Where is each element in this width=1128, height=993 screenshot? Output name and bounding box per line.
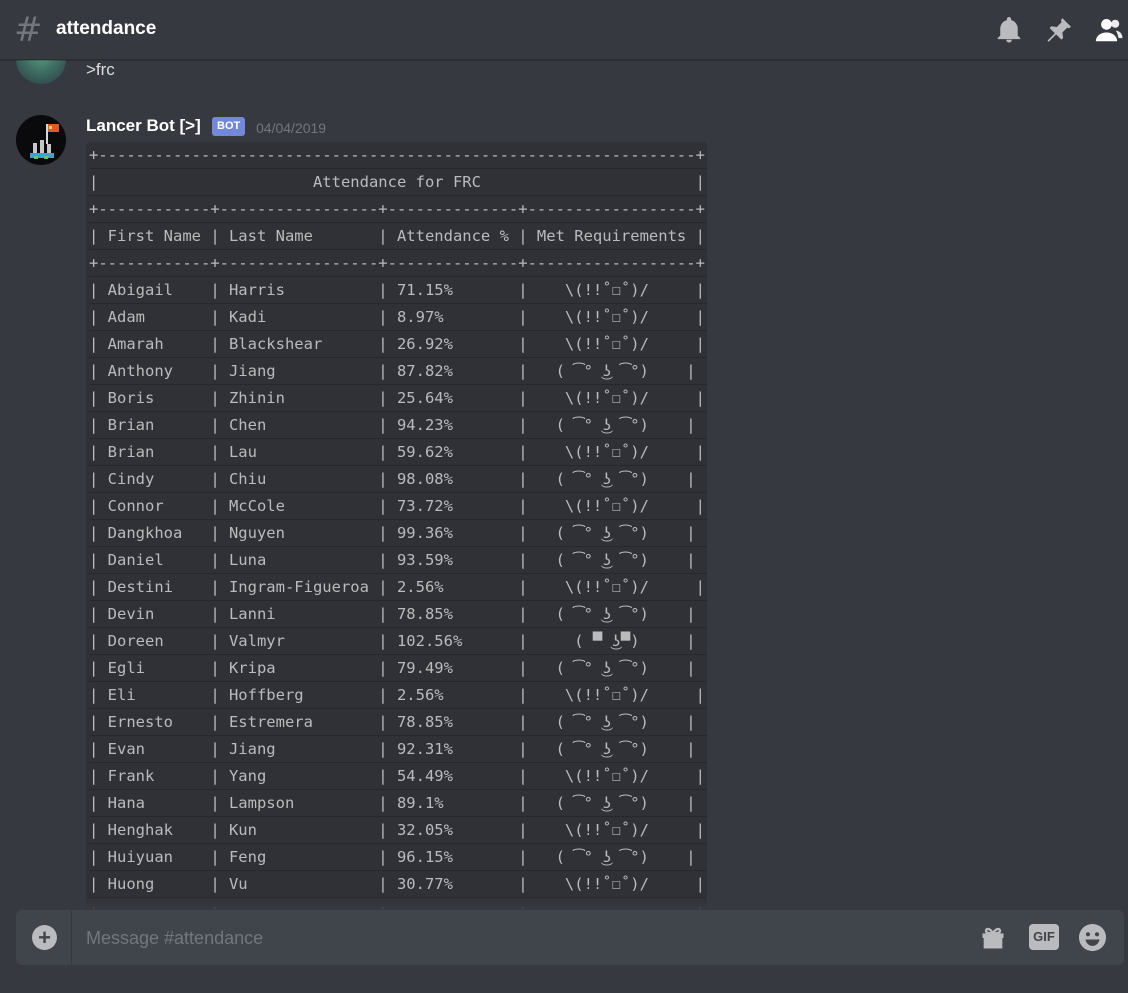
table-row: | Anthony | Jiang | 87.82% | ( ͡° ͜ʖ ͡°)… (89, 358, 707, 385)
gif-icon[interactable]: GIF (1029, 924, 1059, 950)
members-icon[interactable] (1094, 15, 1124, 45)
table-row: | Huiyuan | Feng | 96.15% | ( ͡° ͜ʖ ͡°) … (89, 844, 707, 871)
table-row: | Destini | Ingram-Figueroa | 2.56% | \(… (89, 574, 707, 601)
table-row: | Brian | Lau | 59.62% | \(!!˚☐˚)/ | (89, 439, 707, 466)
message-composer: + GIF (16, 910, 1124, 965)
table-row: | Boris | Zhinin | 25.64% | \(!!˚☐˚)/ | (89, 385, 707, 412)
table-row: | Ernesto | Estremera | 78.85% | ( ͡° ͜ʖ… (89, 709, 707, 736)
table-row: | Evan | Jiang | 92.31% | ( ͡° ͜ʖ ͡°) | (89, 736, 707, 763)
message-content: >frc (86, 60, 115, 79)
channel-name: attendance (56, 18, 157, 39)
bot-tag-badge: BOT (212, 117, 246, 136)
attendance-table: +---------------------------------------… (86, 142, 707, 912)
emoji-icon[interactable] (1077, 922, 1108, 958)
table-border: +---------------------------------------… (89, 142, 707, 169)
bell-icon[interactable] (994, 15, 1024, 45)
table-row: | Hana | Lampson | 89.1% | ( ͡° ͜ʖ ͡°) | (89, 790, 707, 817)
table-row: | Brian | Chen | 94.23% | ( ͡° ͜ʖ ͡°) | (89, 412, 707, 439)
table-row: | Devin | Lanni | 78.85% | ( ͡° ͜ʖ ͡°) | (89, 601, 707, 628)
table-row: | Daniel | Luna | 93.59% | ( ͡° ͜ʖ ͡°) | (89, 547, 707, 574)
message-author[interactable]: Lancer Bot [>] (86, 116, 201, 136)
attendance-table-codeblock: +---------------------------------------… (86, 142, 707, 912)
table-row: | Henghak | Kun | 32.05% | \(!!˚☐˚)/ | (89, 817, 707, 844)
message-input[interactable] (84, 922, 948, 954)
scroll-fade (0, 895, 1128, 910)
bot-avatar[interactable] (16, 115, 66, 165)
message-timestamp: 04/04/2019 (256, 120, 327, 136)
composer-divider (71, 910, 72, 965)
channel-header: # attendance (0, 0, 1128, 60)
table-row: | Connor | McCole | 73.72% | \(!!˚☐˚)/ | (89, 493, 707, 520)
table-row: | Egli | Kripa | 79.49% | ( ͡° ͜ʖ ͡°) | (89, 655, 707, 682)
table-border: +------------+-----------------+--------… (89, 196, 707, 223)
table-row: | Cindy | Chiu | 98.08% | ( ͡° ͜ʖ ͡°) | (89, 466, 707, 493)
pin-icon[interactable] (1044, 15, 1074, 45)
table-row: | Frank | Yang | 54.49% | \(!!˚☐˚)/ | (89, 763, 707, 790)
table-header-row: | First Name | Last Name | Attendance % … (89, 223, 707, 250)
table-row: | Dangkhoa | Nguyen | 99.36% | ( ͡° ͜ʖ ͡… (89, 520, 707, 547)
hashtag-icon: # (14, 10, 43, 50)
table-row: | Huong | Vu | 30.77% | \(!!˚☐˚)/ | (89, 871, 707, 898)
table-border: +------------+-----------------+--------… (89, 250, 707, 277)
table-row: | Eli | Hoffberg | 2.56% | \(!!˚☐˚)/ | (89, 682, 707, 709)
table-row: | Abigail | Harris | 71.15% | \(!!˚☐˚)/ … (89, 277, 707, 304)
gift-icon[interactable] (979, 924, 1007, 957)
table-title: | Attendance for FRC | (89, 169, 707, 196)
table-row: | Amarah | Blackshear | 26.92% | \(!!˚☐˚… (89, 331, 707, 358)
table-row: | Doreen | Valmyr | 102.56% | ( ▀ ͜ʖ▀) | (89, 628, 707, 655)
add-icon[interactable]: + (32, 925, 57, 950)
table-row: | Adam | Kadi | 8.97% | \(!!˚☐˚)/ | (89, 304, 707, 331)
